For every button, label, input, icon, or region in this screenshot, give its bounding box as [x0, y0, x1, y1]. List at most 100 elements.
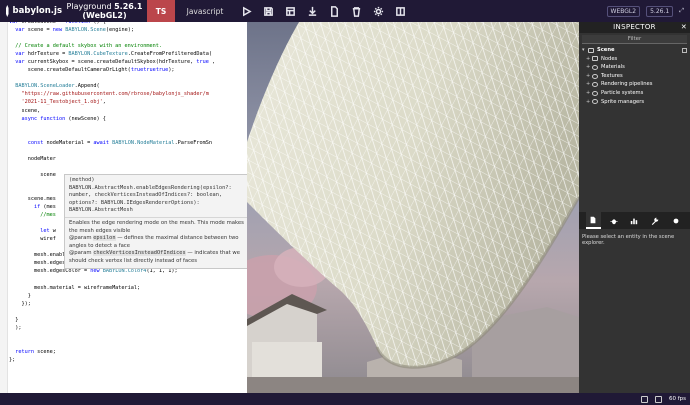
settings-button[interactable] — [367, 0, 389, 22]
inspector-empty-message: Please select an entity in the scene exp… — [582, 234, 675, 246]
tooltip-documentation: Enables the edge rendering mode on the m… — [65, 218, 247, 268]
inspector-title: INSPECTOR — [613, 23, 656, 31]
fullscreen-icon[interactable] — [640, 395, 648, 403]
sprites-icon — [592, 99, 598, 105]
scene-actions-icon[interactable] — [682, 47, 687, 53]
webgl-version-chip[interactable]: WEBGL2 — [606, 5, 641, 17]
scene-icon — [588, 47, 594, 53]
code-line[interactable] — [9, 131, 247, 139]
play-icon — [242, 6, 252, 16]
code-line[interactable]: var hdrTexture = BABYLON.CubeTexture.Cre… — [9, 50, 247, 58]
expand-icon[interactable]: + — [586, 89, 591, 98]
expand-icon[interactable]: + — [586, 72, 591, 81]
expand-icon[interactable]: + — [586, 80, 591, 89]
code-line[interactable]: scene, — [9, 107, 247, 115]
expand-icon[interactable]: + — [586, 55, 591, 64]
book-icon — [395, 6, 405, 16]
download-button[interactable] — [301, 0, 323, 22]
tree-item-scene[interactable]: ▾ Scene — [582, 46, 687, 55]
tree-item-label: Materials — [601, 64, 625, 71]
engine-version-chip[interactable]: 5.26.1 — [646, 5, 674, 17]
babylon-logo[interactable]: babylon.js — [0, 0, 62, 22]
top-toolbar: babylon.js Playground 5.26.1 (WebGL2) TS… — [0, 0, 690, 22]
code-line[interactable] — [9, 276, 247, 284]
babylon-logo-icon — [6, 5, 9, 17]
fps-counter: 60 fps — [668, 396, 686, 402]
code-line[interactable] — [9, 340, 247, 348]
tree-item-materials[interactable]: + Materials — [582, 63, 687, 72]
code-line[interactable]: }; — [9, 356, 247, 364]
inspector-button[interactable] — [279, 0, 301, 22]
filter-input[interactable]: Filter — [582, 35, 687, 44]
expand-icon[interactable]: + — [586, 63, 591, 72]
tree-item-particle-systems[interactable]: + Particle systems — [582, 89, 687, 98]
tooltip-param-check-vertices: @param checkVerticesInsteadOfIndices — i… — [69, 250, 240, 264]
code-line[interactable]: mesh.edgesColor = new BABYLON.Color4(1, … — [9, 267, 247, 275]
code-line[interactable] — [9, 308, 247, 316]
language-ts-tab[interactable]: TS — [147, 0, 175, 22]
code-line[interactable]: const nodeMaterial = await BABYLON.NodeM… — [9, 139, 247, 147]
close-icon[interactable]: ✕ — [681, 22, 687, 33]
gear-icon — [673, 218, 679, 223]
tree-item-textures[interactable]: + Textures — [582, 72, 687, 81]
save-button[interactable] — [257, 0, 279, 22]
new-button[interactable] — [323, 0, 345, 22]
tree-item-label: Nodes — [601, 55, 618, 62]
textures-icon — [592, 73, 598, 79]
language-js-tab[interactable]: Javascript — [175, 0, 235, 22]
code-line[interactable] — [9, 163, 247, 171]
examples-button[interactable] — [389, 0, 411, 22]
wrench-icon — [651, 217, 659, 225]
code-line[interactable]: var currentSkybox = scene.createDefaultS… — [9, 58, 247, 66]
code-line[interactable] — [9, 34, 247, 42]
bug-icon — [610, 218, 618, 224]
scene-render — [247, 22, 579, 393]
file-icon — [590, 216, 596, 223]
code-editor[interactable]: var createScene = function () { var scen… — [0, 22, 247, 393]
fullscreen-icon[interactable]: ⤢ — [679, 7, 684, 15]
ground — [247, 377, 579, 393]
trash-icon — [352, 6, 360, 17]
code-line[interactable]: } — [9, 292, 247, 300]
inspector-panel: INSPECTOR ✕ Filter ▾ Scene + Nodes + Material… — [579, 22, 690, 393]
tab-settings[interactable] — [668, 212, 683, 229]
code-line[interactable]: "https://raw.githubusercontent.com/rbros… — [9, 90, 247, 98]
code-line[interactable]: BABYLON.SceneLoader.Append( — [9, 82, 247, 90]
code-line[interactable]: } — [9, 316, 247, 324]
tab-properties[interactable] — [585, 212, 601, 229]
expand-icon[interactable]: ▾ — [582, 46, 587, 55]
clear-button[interactable] — [345, 0, 367, 22]
status-bar: 60 fps — [0, 393, 690, 405]
render-canvas[interactable] — [247, 22, 579, 393]
code-line[interactable] — [9, 147, 247, 155]
inspector-icon — [285, 6, 295, 16]
code-line[interactable] — [9, 123, 247, 131]
tab-debug[interactable] — [606, 212, 621, 229]
camera-icon[interactable] — [654, 395, 662, 403]
tree-item-sprite-managers[interactable]: + Sprite managers — [582, 98, 687, 107]
code-line[interactable]: return scene; — [9, 348, 247, 356]
code-line[interactable]: }); — [9, 300, 247, 308]
code-line[interactable]: '2021-11_Testobject_1.obj', — [9, 98, 247, 106]
tab-statistics[interactable] — [627, 212, 642, 229]
code-line[interactable]: async function (newScene) { — [9, 115, 247, 123]
code-line[interactable]: mesh.material = wireframeMaterial; — [9, 284, 247, 292]
tree-item-label: Rendering pipelines — [601, 81, 653, 88]
materials-icon — [592, 64, 598, 70]
code-line[interactable]: // Create a default skybox with an envir… — [9, 42, 247, 50]
tooltip-signature: (method) BABYLON.AbstractMesh.enableEdges… — [65, 175, 247, 218]
tree-item-label: Particle systems — [601, 89, 644, 96]
code-line[interactable]: scene.createDefaultCameraOrLight(truetru… — [9, 66, 247, 74]
code-line[interactable]: var scene = new BABYLON.Scene(engine); — [9, 26, 247, 34]
tab-tools[interactable] — [648, 212, 663, 229]
run-button[interactable] — [235, 0, 257, 22]
expand-icon[interactable]: + — [586, 98, 591, 107]
gear-icon — [373, 6, 383, 16]
code-line[interactable]: ); — [9, 324, 247, 332]
inspector-tabs — [579, 212, 690, 229]
tree-item-nodes[interactable]: + Nodes — [582, 55, 687, 64]
code-line[interactable]: nodeMater — [9, 155, 247, 163]
tree-item-rendering-pipelines[interactable]: + Rendering pipelines — [582, 80, 687, 89]
code-line[interactable] — [9, 332, 247, 340]
code-line[interactable] — [9, 74, 247, 82]
